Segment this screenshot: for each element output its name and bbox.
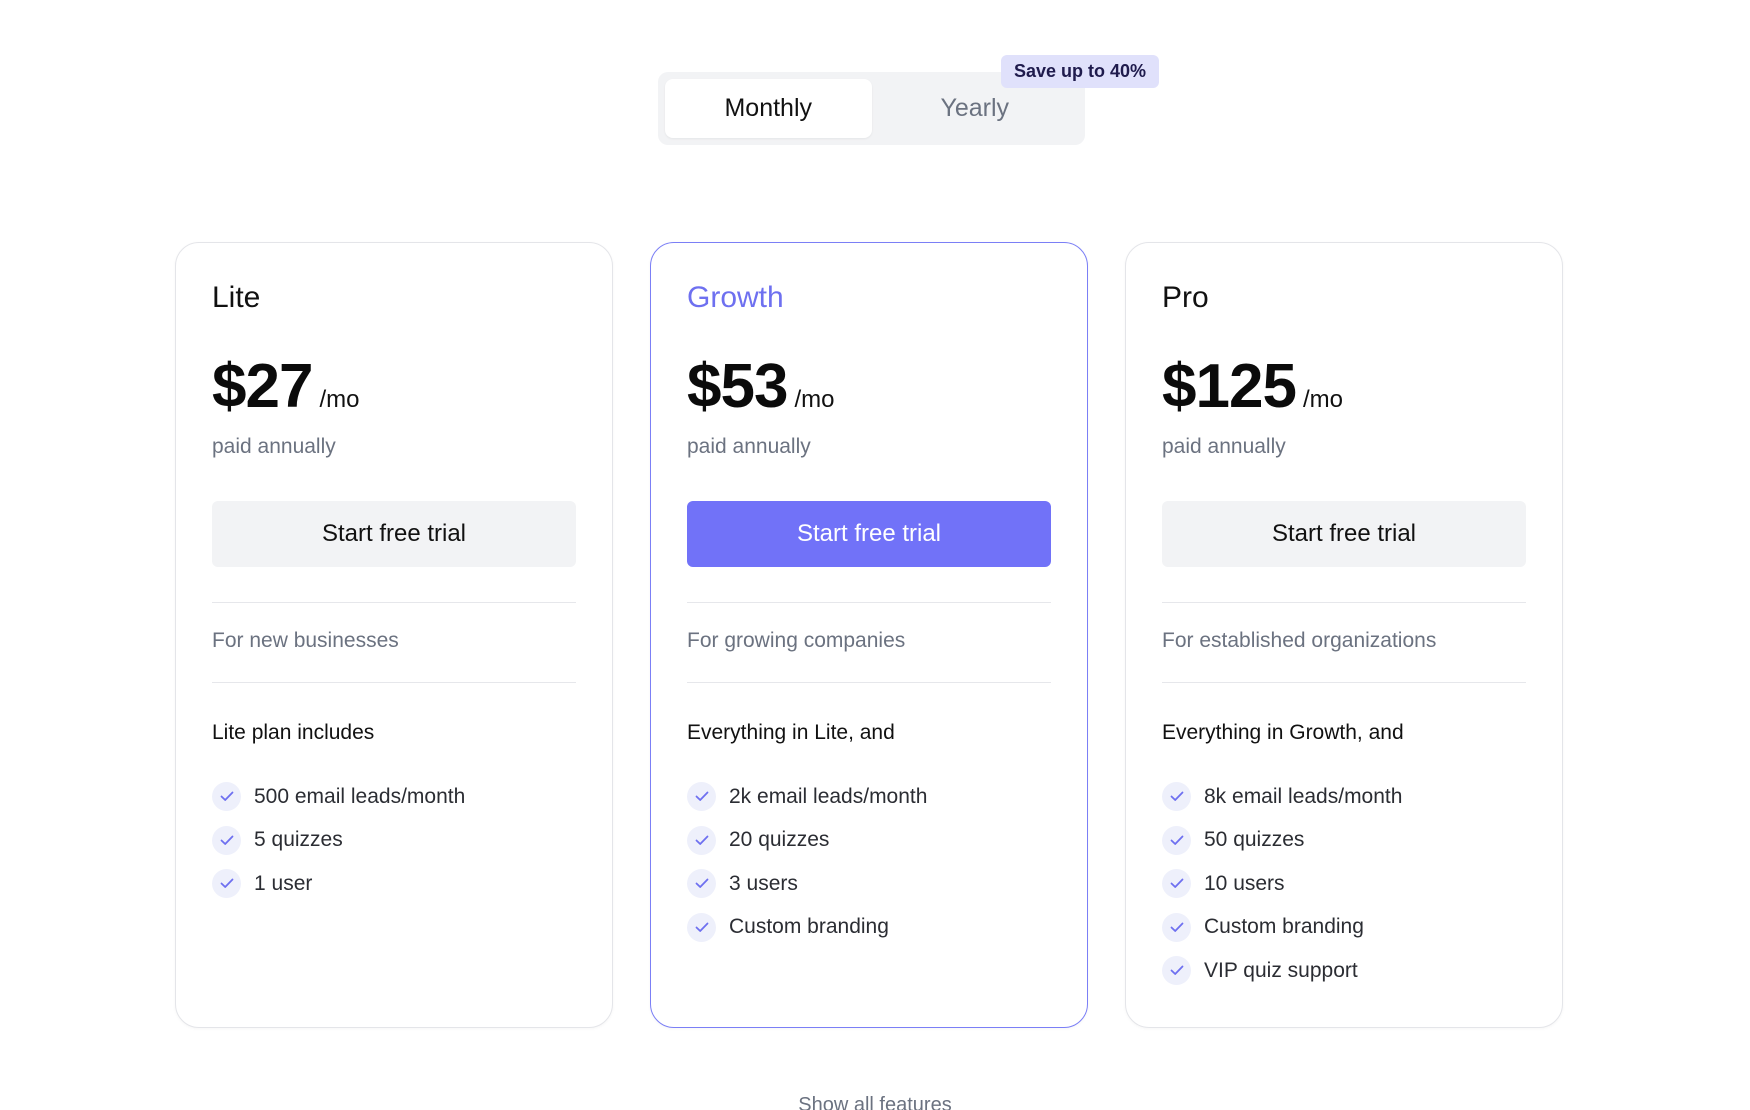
list-item: VIP quiz support: [1162, 949, 1402, 993]
feature-list: 500 email leads/month 5 quizzes 1 user: [212, 775, 465, 906]
includes-title: Lite plan includes: [212, 721, 375, 744]
plan-name: Growth: [687, 281, 784, 314]
list-item: 8k email leads/month: [1162, 775, 1402, 819]
plan-period: /mo: [319, 386, 360, 413]
check-icon: [687, 869, 716, 899]
plan-name: Pro: [1162, 281, 1209, 314]
list-item: 5 quizzes: [212, 819, 465, 863]
list-item: Custom branding: [1162, 906, 1402, 950]
price-row: $125 /mo: [1162, 351, 1343, 422]
feature-list: 8k email leads/month 50 quizzes 10 users…: [1162, 775, 1402, 993]
feature-text: 500 email leads/month: [254, 784, 466, 808]
save-badge: Save up to 40%: [1001, 55, 1160, 88]
list-item: Custom branding: [687, 906, 927, 950]
toggle-monthly[interactable]: Monthly: [665, 79, 872, 138]
plan-period: /mo: [1302, 386, 1343, 413]
plan-price: $125: [1162, 352, 1297, 421]
check-icon: [1162, 912, 1191, 942]
check-icon: [1162, 782, 1191, 812]
check-icon: [1162, 956, 1191, 986]
plan-card-lite: Lite $27 /mo paid annually Start free tr…: [175, 242, 613, 1028]
check-icon: [687, 782, 716, 812]
plan-audience: For growing companies: [687, 629, 906, 652]
billing-note: paid annually: [212, 435, 336, 458]
feature-text: 2k email leads/month: [729, 784, 928, 808]
list-item: 500 email leads/month: [212, 775, 465, 819]
divider: [1162, 602, 1526, 603]
plan-audience: For new businesses: [212, 629, 399, 652]
show-all-features-link[interactable]: Show all features: [0, 1094, 1750, 1110]
feature-text: 20 quizzes: [729, 828, 830, 852]
divider: [212, 602, 576, 603]
check-icon: [1162, 825, 1191, 855]
feature-text: VIP quiz support: [1204, 958, 1358, 982]
list-item: 3 users: [687, 862, 927, 906]
feature-text: 8k email leads/month: [1204, 784, 1403, 808]
divider: [687, 682, 1051, 683]
price-row: $53 /mo: [687, 351, 834, 422]
plan-price: $53: [687, 352, 788, 421]
plan-name: Lite: [212, 281, 261, 314]
divider: [1162, 682, 1526, 683]
plan-card-pro: Pro $125 /mo paid annually Start free tr…: [1125, 242, 1563, 1028]
feature-text: Custom branding: [1204, 915, 1364, 939]
plan-card-growth: Growth $53 /mo paid annually Start free …: [650, 242, 1088, 1028]
price-row: $27 /mo: [212, 351, 359, 422]
check-icon: [212, 782, 241, 812]
feature-list: 2k email leads/month 20 quizzes 3 users …: [687, 775, 927, 949]
list-item: 50 quizzes: [1162, 819, 1402, 863]
billing-note: paid annually: [687, 435, 811, 458]
divider: [687, 602, 1051, 603]
feature-text: 3 users: [729, 871, 798, 895]
list-item: 2k email leads/month: [687, 775, 927, 819]
plan-price: $27: [212, 352, 313, 421]
feature-text: 1 user: [254, 871, 313, 895]
feature-text: Custom branding: [729, 915, 889, 939]
check-icon: [687, 825, 716, 855]
check-icon: [1162, 869, 1191, 899]
list-item: 1 user: [212, 862, 465, 906]
divider: [212, 682, 576, 683]
includes-title: Everything in Lite, and: [687, 721, 895, 744]
plan-audience: For established organizations: [1162, 629, 1437, 652]
billing-note: paid annually: [1162, 435, 1286, 458]
includes-title: Everything in Growth, and: [1162, 721, 1404, 744]
list-item: 10 users: [1162, 862, 1402, 906]
feature-text: 10 users: [1204, 871, 1285, 895]
start-trial-button-pro[interactable]: Start free trial: [1162, 501, 1526, 567]
start-trial-button-growth[interactable]: Start free trial: [687, 501, 1051, 567]
list-item: 20 quizzes: [687, 819, 927, 863]
plan-period: /mo: [794, 386, 835, 413]
start-trial-button-lite[interactable]: Start free trial: [212, 501, 576, 567]
check-icon: [687, 912, 716, 942]
feature-text: 5 quizzes: [254, 828, 343, 852]
pricing-page: Monthly Yearly Save up to 40% Lite $27 /…: [0, 0, 1750, 1110]
feature-text: 50 quizzes: [1204, 828, 1305, 852]
check-icon: [212, 869, 241, 899]
check-icon: [212, 825, 241, 855]
